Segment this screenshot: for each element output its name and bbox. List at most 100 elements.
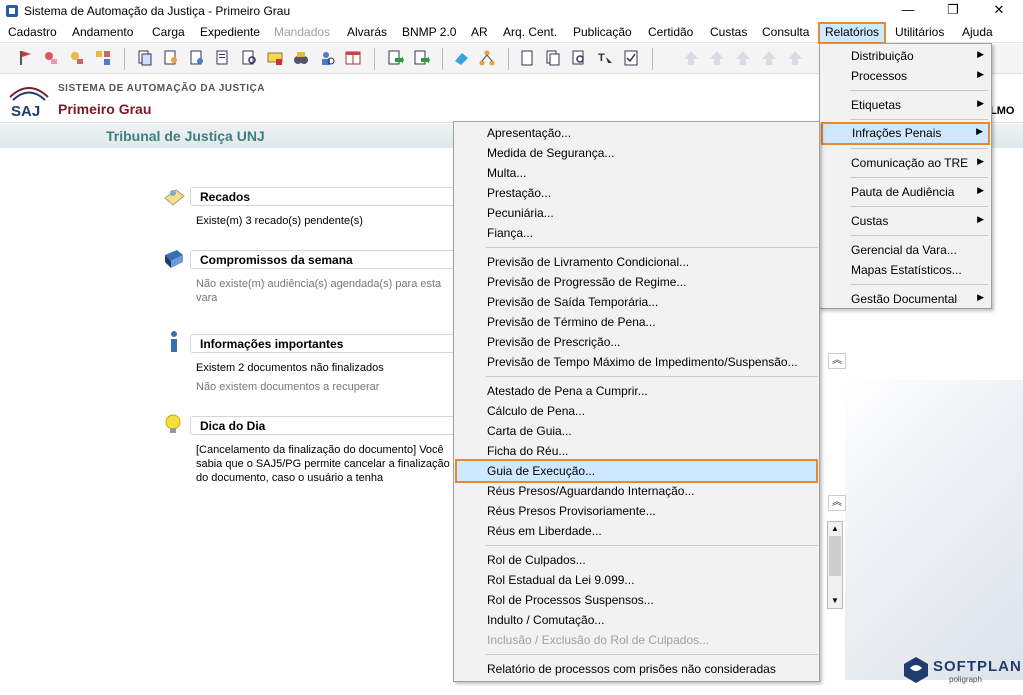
submenu-item-progressao[interactable]: Previsão de Progressão de Regime... xyxy=(455,272,818,292)
submenu-item-prestacao[interactable]: Prestação... xyxy=(455,183,818,203)
page-search-icon[interactable] xyxy=(570,49,588,67)
submenu-item-atestado-pena[interactable]: Atestado de Pena a Cumprir... xyxy=(455,381,818,401)
binoculars-icon[interactable] xyxy=(292,49,310,67)
stamp-yellow-icon[interactable] xyxy=(68,49,86,67)
menu-item-infracoes-penais[interactable]: Infrações Penais ▶ xyxy=(821,122,990,145)
menu-item-comunicacao-tre[interactable]: Comunicação ao TRE ▶ xyxy=(821,153,990,172)
menu-ar[interactable]: AR xyxy=(471,25,488,39)
user-search-icon[interactable] xyxy=(318,49,336,67)
menu-item-processos[interactable]: Processos ▶ xyxy=(821,66,990,85)
menu-bnmp[interactable]: BNMP 2.0 xyxy=(402,25,456,39)
menu-cadastro[interactable]: Cadastro xyxy=(8,25,57,39)
menu-item-distribuicao[interactable]: Distribuição ▶ xyxy=(821,46,990,65)
collapse-up-icon[interactable]: ︽ xyxy=(828,353,846,369)
menu-bar: Cadastro Andamento Carga Expediente Mand… xyxy=(0,22,1023,44)
menu-alvaras[interactable]: Alvarás xyxy=(347,25,387,39)
page-icon[interactable] xyxy=(518,49,536,67)
scroll-up-icon[interactable]: ▲ xyxy=(831,524,839,533)
system-grau: Primeiro Grau xyxy=(58,101,152,117)
submenu-item-tempo-maximo[interactable]: Previsão de Tempo Máximo de Impedimento/… xyxy=(455,352,818,372)
document-forward-icon[interactable] xyxy=(386,49,404,67)
tribunal-name: Tribunal de Justiça UNJ xyxy=(106,128,265,144)
checklist-icon[interactable] xyxy=(622,49,640,67)
menu-item-gestao-documental[interactable]: Gestão Documental ▶ xyxy=(821,289,990,308)
document-list-icon[interactable] xyxy=(214,49,232,67)
person-document-icon[interactable] xyxy=(162,49,180,67)
menu-arq-cent[interactable]: Arq. Cent. xyxy=(503,25,557,39)
menu-item-gerencial-vara[interactable]: Gerencial da Vara... xyxy=(821,240,990,259)
submenu-item-livramento[interactable]: Previsão de Livramento Condicional... xyxy=(455,252,818,272)
submenu-item-medida-seguranca[interactable]: Medida de Segurança... xyxy=(455,143,818,163)
network-icon[interactable] xyxy=(478,49,496,67)
stamp-icon[interactable] xyxy=(42,49,60,67)
title-bar: Sistema de Automação da Justiça - Primei… xyxy=(0,0,1023,22)
relatorios-menu: Distribuição ▶ Processos ▶ Etiquetas ▶ Infr… xyxy=(819,43,992,309)
submenu-item-prisoes-nao-consideradas[interactable]: Relatório de processos com prisões não c… xyxy=(455,659,818,679)
minimize-button[interactable]: — xyxy=(885,0,931,22)
submenu-item-prescricao[interactable]: Previsão de Prescrição... xyxy=(455,332,818,352)
submenu-item-calculo-pena[interactable]: Cálculo de Pena... xyxy=(455,401,818,421)
menu-item-pauta-audiencia[interactable]: Pauta de Audiência ▶ xyxy=(821,182,990,201)
menu-carga[interactable]: Carga xyxy=(152,25,185,39)
scroll-down-icon[interactable]: ▼ xyxy=(831,596,839,605)
menu-separator xyxy=(486,376,818,377)
toolbar-separator xyxy=(374,48,375,70)
submenu-item-pecuniaria[interactable]: Pecuniária... xyxy=(455,203,818,223)
submenu-item-multa[interactable]: Multa... xyxy=(455,163,818,183)
menu-item-mapas-estatisticos[interactable]: Mapas Estatísticos... xyxy=(821,260,990,279)
document-copy-icon[interactable] xyxy=(136,49,154,67)
submenu-item-rol-estadual[interactable]: Rol Estadual da Lei 9.099... xyxy=(455,570,818,590)
eraser-icon[interactable] xyxy=(452,49,470,67)
nav-disabled-icon xyxy=(762,51,776,65)
pages-icon[interactable] xyxy=(544,49,562,67)
submenu-item-ficha-reu[interactable]: Ficha do Réu... xyxy=(455,441,818,461)
close-button[interactable]: ✕ xyxy=(976,0,1022,22)
brand-name: SOFTPLAN xyxy=(933,658,1022,675)
message-icon[interactable] xyxy=(266,49,284,67)
flag-icon[interactable] xyxy=(16,49,34,67)
menu-utilitarios[interactable]: Utilitários xyxy=(895,25,944,39)
submenu-item-rol-culpados[interactable]: Rol de Culpados... xyxy=(455,550,818,570)
menu-publicacao[interactable]: Publicação xyxy=(573,25,632,39)
window-title: Sistema de Automação da Justiça - Primei… xyxy=(24,4,291,18)
recados-text[interactable]: Existe(m) 3 recado(s) pendente(s) xyxy=(196,214,451,228)
submenu-item-saida-temporaria[interactable]: Previsão de Saída Temporária... xyxy=(455,292,818,312)
submenu-item-reus-liberdade[interactable]: Réus em Liberdade... xyxy=(455,521,818,541)
section-compromissos-header: Compromissos da semana xyxy=(190,250,455,269)
menu-custas[interactable]: Custas xyxy=(710,25,747,39)
informacoes-text-docs[interactable]: Existem 2 documentos não finalizados xyxy=(196,361,451,375)
menu-mandados: Mandados xyxy=(274,25,331,39)
menu-item-custas[interactable]: Custas ▶ xyxy=(821,211,990,230)
menu-certidao[interactable]: Certidão xyxy=(648,25,693,39)
submenu-item-guia-execucao[interactable]: Guia de Execução... xyxy=(455,459,818,483)
table-icon[interactable] xyxy=(344,49,362,67)
infracoes-penais-submenu: Apresentação... Medida de Segurança... M… xyxy=(453,121,820,682)
grid-people-icon[interactable] xyxy=(94,49,112,67)
submenu-item-apresentacao[interactable]: Apresentação... xyxy=(455,123,818,143)
submenu-item-rol-suspensos[interactable]: Rol de Processos Suspensos... xyxy=(455,590,818,610)
submenu-item-reus-presos-provisoriamente[interactable]: Réus Presos Provisoriamente... xyxy=(455,501,818,521)
collapse-up-icon[interactable]: ︽ xyxy=(828,495,846,511)
submenu-item-indulto[interactable]: Indulto / Comutação... xyxy=(455,610,818,630)
submenu-item-fianca[interactable]: Fiança... xyxy=(455,223,818,243)
menu-consulta[interactable]: Consulta xyxy=(762,25,809,39)
document-person-icon[interactable] xyxy=(188,49,206,67)
restore-button[interactable]: ❐ xyxy=(930,0,976,22)
submenu-item-carta-guia[interactable]: Carta de Guia... xyxy=(455,421,818,441)
text-cursor-icon[interactable]: T xyxy=(596,49,614,67)
menu-ajuda[interactable]: Ajuda xyxy=(962,25,993,39)
menu-separator xyxy=(850,206,988,207)
menu-andamento[interactable]: Andamento xyxy=(72,25,133,39)
menu-item-etiquetas[interactable]: Etiquetas ▶ xyxy=(821,95,990,114)
menu-expediente[interactable]: Expediente xyxy=(200,25,260,39)
submenu-item-termino-pena[interactable]: Previsão de Término de Pena... xyxy=(455,312,818,332)
document-send-icon[interactable] xyxy=(412,49,430,67)
scroll-thumb[interactable] xyxy=(829,536,841,576)
document-search-icon[interactable] xyxy=(240,49,258,67)
toolbar-separator xyxy=(442,48,443,70)
menu-separator xyxy=(850,284,988,285)
vertical-scrollbar[interactable]: ▲ ▼ xyxy=(827,521,843,609)
menu-relatorios[interactable]: Relatórios xyxy=(818,22,887,44)
saj-logo: SAJ xyxy=(9,87,49,119)
submenu-item-reus-presos-aguardando[interactable]: Réus Presos/Aguardando Internação... xyxy=(455,481,818,501)
